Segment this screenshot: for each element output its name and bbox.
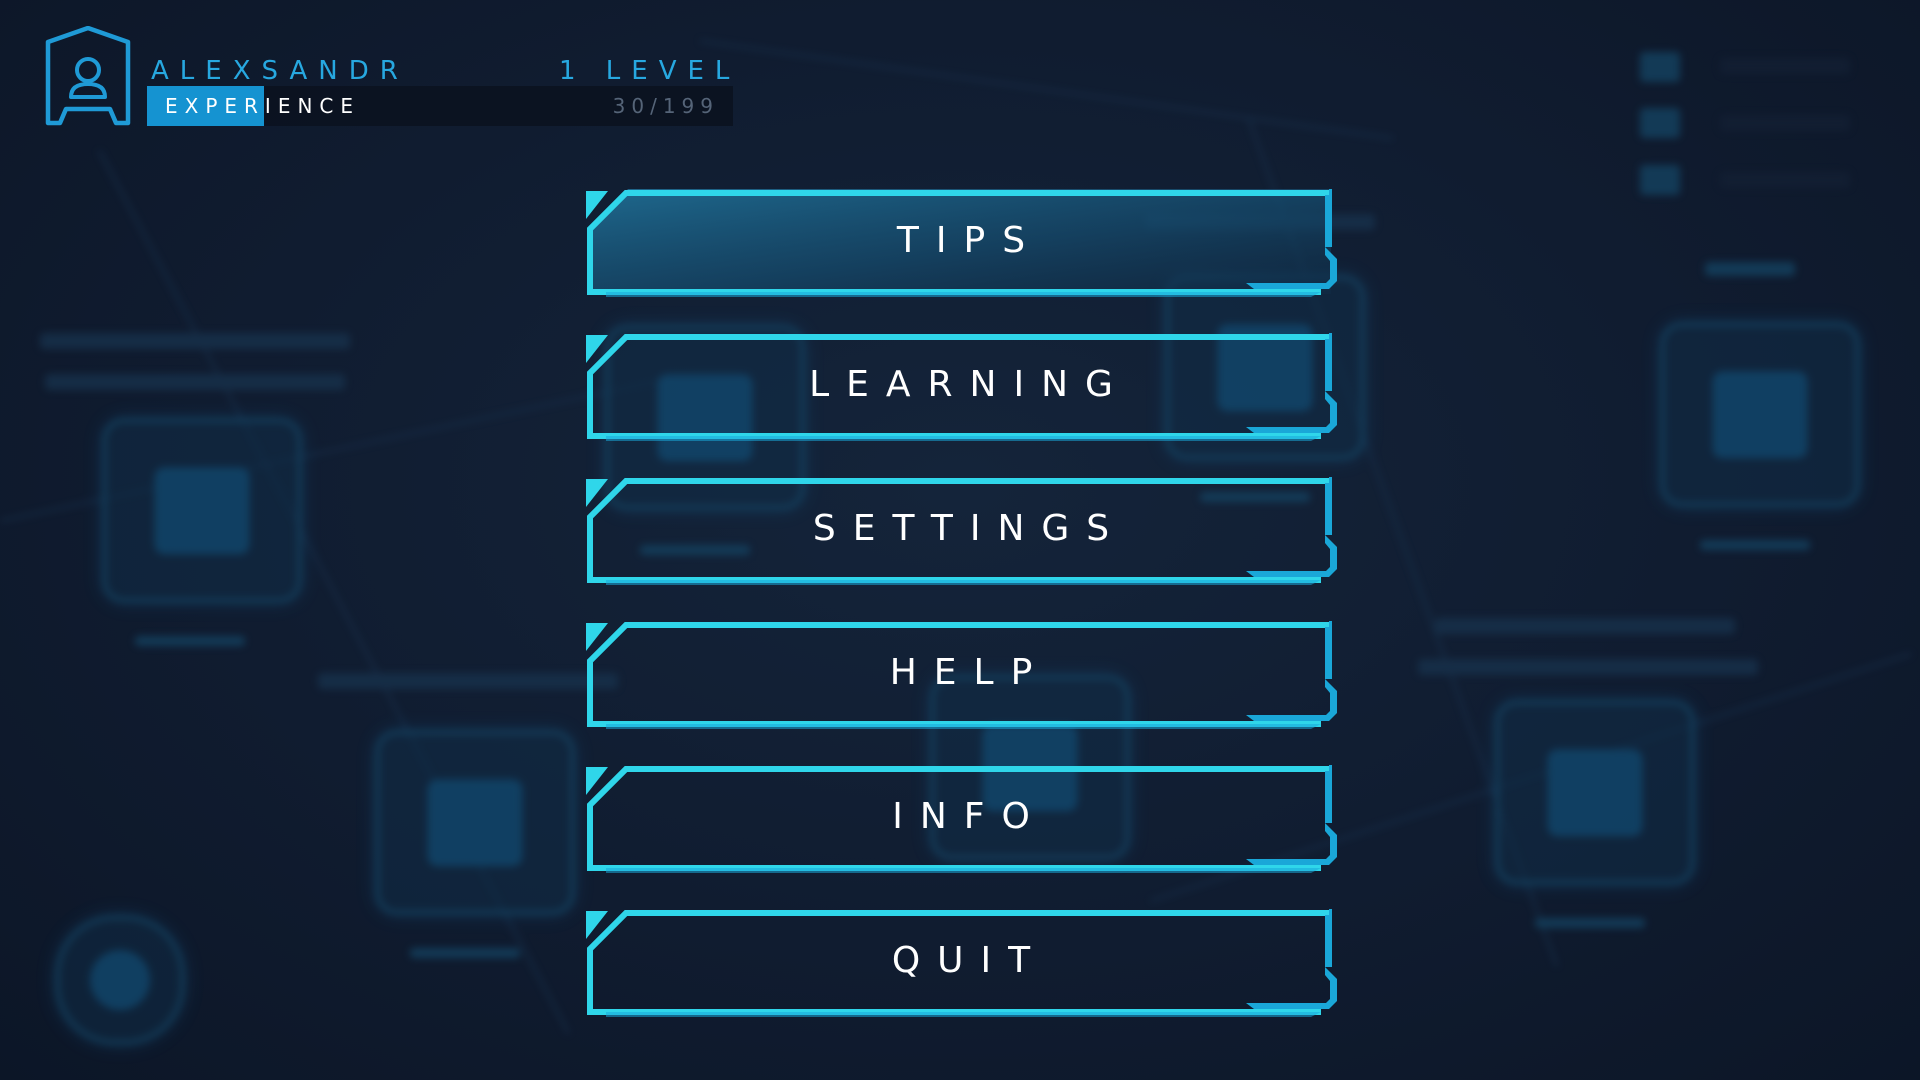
background-label-block bbox=[40, 333, 350, 349]
background-tile bbox=[375, 730, 575, 915]
background-hud-row bbox=[1720, 172, 1850, 188]
background-tile bbox=[1660, 322, 1860, 507]
background-tile-caption bbox=[1700, 540, 1810, 550]
player-name: ALEXSANDR bbox=[151, 56, 409, 86]
background-hud-row bbox=[1720, 58, 1850, 74]
player-header: ALEXSANDR 1 LEVEL EXPERIENCE 30/199 bbox=[44, 26, 734, 126]
learning-button-label: LEARNING bbox=[809, 364, 1130, 405]
user-icon[interactable] bbox=[44, 26, 132, 126]
quit-button-label: QUIT bbox=[891, 940, 1048, 981]
settings-button-label: SETTINGS bbox=[812, 508, 1127, 549]
background-tile-caption bbox=[135, 636, 245, 646]
settings-button[interactable]: SETTINGS bbox=[586, 477, 1337, 585]
background-hud-row bbox=[1705, 262, 1795, 276]
player-level: 1 LEVEL bbox=[559, 56, 741, 86]
background-label-block bbox=[318, 673, 618, 689]
background-label-block bbox=[1418, 659, 1758, 675]
help-button[interactable]: HELP bbox=[586, 621, 1337, 729]
background-hud-row bbox=[1640, 108, 1680, 138]
background-tile bbox=[55, 915, 185, 1045]
background-hud-row bbox=[1640, 165, 1680, 195]
help-button-label: HELP bbox=[889, 652, 1050, 693]
background-path bbox=[699, 40, 1394, 140]
main-menu: TIPS LEARNING SETTINGS HELP INFO QUIT bbox=[586, 189, 1337, 1053]
tips-button[interactable]: TIPS bbox=[586, 189, 1337, 297]
tips-button-label: TIPS bbox=[896, 220, 1043, 261]
background-label-block bbox=[1435, 618, 1735, 634]
info-button[interactable]: INFO bbox=[586, 765, 1337, 873]
learning-button[interactable]: LEARNING bbox=[586, 333, 1337, 441]
main-menu-screen: ALEXSANDR 1 LEVEL EXPERIENCE 30/199 TIPS… bbox=[0, 0, 1920, 1080]
experience-bar: EXPERIENCE 30/199 bbox=[147, 86, 733, 126]
background-label-block bbox=[45, 374, 345, 390]
experience-label: EXPERIENCE bbox=[165, 94, 361, 118]
background-tile bbox=[1495, 700, 1695, 885]
quit-button[interactable]: QUIT bbox=[586, 909, 1337, 1017]
background-hud-row bbox=[1640, 52, 1680, 82]
experience-value: 30/199 bbox=[612, 94, 719, 118]
background-tile-caption bbox=[1535, 918, 1645, 928]
background-tile bbox=[102, 418, 302, 603]
background-tile-caption bbox=[410, 948, 520, 958]
background-hud-row bbox=[1720, 115, 1850, 131]
info-button-label: INFO bbox=[892, 796, 1047, 837]
